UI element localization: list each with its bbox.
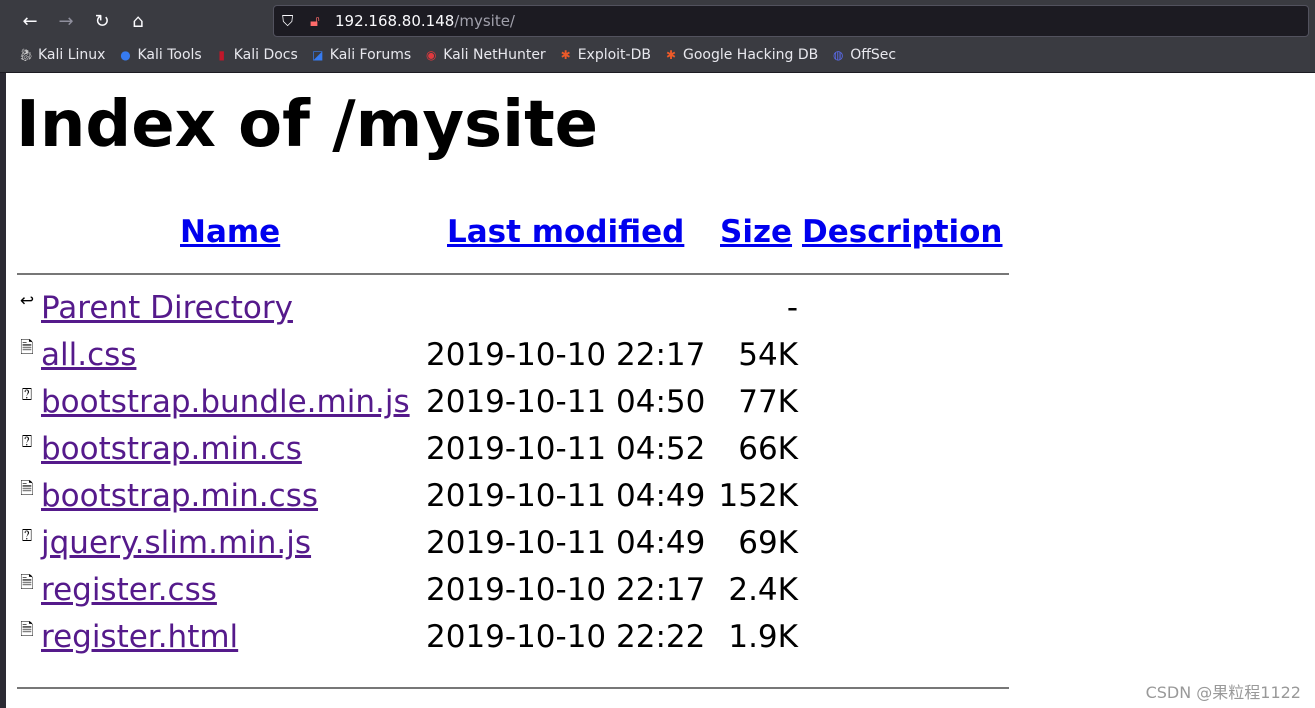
back-icon: ↩ <box>19 291 35 311</box>
url-text[interactable]: 192.168.80.148/mysite/ <box>335 12 515 30</box>
sort-by-description-link[interactable]: Description <box>802 214 1003 250</box>
watermark: CSDN @果粒程1122 <box>1145 683 1301 702</box>
bookmark-kali-tools[interactable]: ● Kali Tools <box>117 47 201 63</box>
bookmark-kali-forums[interactable]: ◪ Kali Forums <box>310 47 411 63</box>
unknown-file-icon: ⍰ <box>21 432 33 452</box>
kali-docs-icon: ▮ <box>218 48 225 62</box>
file-link[interactable]: jquery.slim.min.js <box>41 525 311 561</box>
bookmark-label: Kali NetHunter <box>443 47 546 63</box>
offsec-icon: ◍ <box>832 48 844 62</box>
bookmark-kali-linux[interactable]: 🐉︎ Kali Linux <box>18 47 105 63</box>
modified-date: 2019-10-11 04:52 <box>426 431 706 467</box>
exploit-db-icon: ✱ <box>560 48 571 62</box>
bookmark-label: Kali Forums <box>329 47 412 63</box>
file-size: 69K <box>738 525 798 561</box>
unknown-file-icon: ⍰ <box>21 385 33 405</box>
file-link[interactable]: register.html <box>41 619 238 655</box>
bookmark-exploit-db[interactable]: ✱ Exploit-DB <box>558 47 651 63</box>
forward-icon[interactable]: → <box>52 8 80 36</box>
unknown-file-icon: ⍰ <box>21 526 33 546</box>
back-icon[interactable]: ← <box>16 8 44 36</box>
bookmark-label: Exploit-DB <box>577 47 651 63</box>
file-link[interactable]: Parent Directory <box>41 290 293 326</box>
bookmark-label: OffSec <box>850 47 897 63</box>
modified-date: 2019-10-10 22:17 <box>426 572 706 608</box>
url-host: 192.168.80.148 <box>335 12 455 30</box>
bookmark-google-hacking-db[interactable]: ✱ Google Hacking DB <box>663 47 818 63</box>
kali-dragon-icon: 🐉︎ <box>18 48 34 62</box>
modified-date: 2019-10-11 04:49 <box>426 525 706 561</box>
kali-tools-icon: ● <box>120 48 131 62</box>
home-icon[interactable]: ⌂ <box>124 8 152 36</box>
shield-icon[interactable]: ⛉ <box>282 12 293 30</box>
sort-by-modified-link[interactable]: Last modified <box>447 214 684 250</box>
bookmark-label: Kali Tools <box>137 47 202 63</box>
bookmark-kali-nethunter[interactable]: ◉ Kali NetHunter <box>423 47 546 63</box>
divider <box>17 273 1009 275</box>
bookmark-label: Kali Linux <box>38 47 106 63</box>
text-file-icon: 🗎︎ <box>20 479 34 499</box>
file-link[interactable]: register.css <box>41 572 217 608</box>
file-link[interactable]: bootstrap.min.cs <box>41 431 302 467</box>
file-size: 2.4K <box>728 572 798 608</box>
text-file-icon: 🗎︎ <box>20 573 34 593</box>
bookmark-kali-docs[interactable]: ▮ Kali Docs <box>214 47 298 63</box>
ghdb-icon: ✱ <box>665 48 677 62</box>
file-size: 77K <box>738 384 798 420</box>
nethunter-icon: ◉ <box>425 48 437 62</box>
bookmark-label: Google Hacking DB <box>682 47 819 63</box>
insecure-lock-icon[interactable]: 🔓︎ <box>310 12 320 30</box>
modified-date: 2019-10-11 04:49 <box>426 478 706 514</box>
bookmarks-bar: 🐉︎ Kali Linux ● Kali Tools ▮ Kali Docs ◪ Kali F… <box>18 47 896 63</box>
modified-date: 2019-10-10 22:22 <box>426 619 706 655</box>
sort-by-size-link[interactable]: Size <box>720 214 792 250</box>
modified-date: 2019-10-10 22:17 <box>426 337 706 373</box>
file-link[interactable]: bootstrap.bundle.min.js <box>41 384 410 420</box>
kali-forums-icon: ◪ <box>312 48 324 62</box>
sort-by-name-link[interactable]: Name <box>180 214 280 250</box>
bookmark-offsec[interactable]: ◍ OffSec <box>830 47 896 63</box>
file-size: - <box>786 290 798 326</box>
browser-chrome: ← → ↻ ⌂ ⛉ 🔓︎ 192.168.80.148/mysite/ 🐉︎ Ka… <box>0 0 1315 73</box>
url-bar[interactable]: ⛉ 🔓︎ 192.168.80.148/mysite/ <box>273 5 1309 37</box>
file-link[interactable]: bootstrap.min.css <box>41 478 318 514</box>
table-row: 🗎︎ register.html 2019-10-10 22:22 1.9K <box>0 619 1010 673</box>
reload-icon[interactable]: ↻ <box>88 8 116 36</box>
file-size: 152K <box>718 478 799 514</box>
modified-date: 2019-10-11 04:50 <box>426 384 706 420</box>
file-size: 1.9K <box>728 619 798 655</box>
text-file-icon: 🗎︎ <box>20 620 34 640</box>
page-title: Index of /mysite <box>16 88 599 162</box>
file-size: 54K <box>738 337 798 373</box>
text-file-icon: 🗎︎ <box>20 338 34 358</box>
url-path: /mysite/ <box>454 12 515 30</box>
file-size: 66K <box>738 431 798 467</box>
bookmark-label: Kali Docs <box>233 47 298 63</box>
file-link[interactable]: all.css <box>41 337 136 373</box>
divider <box>17 687 1009 689</box>
